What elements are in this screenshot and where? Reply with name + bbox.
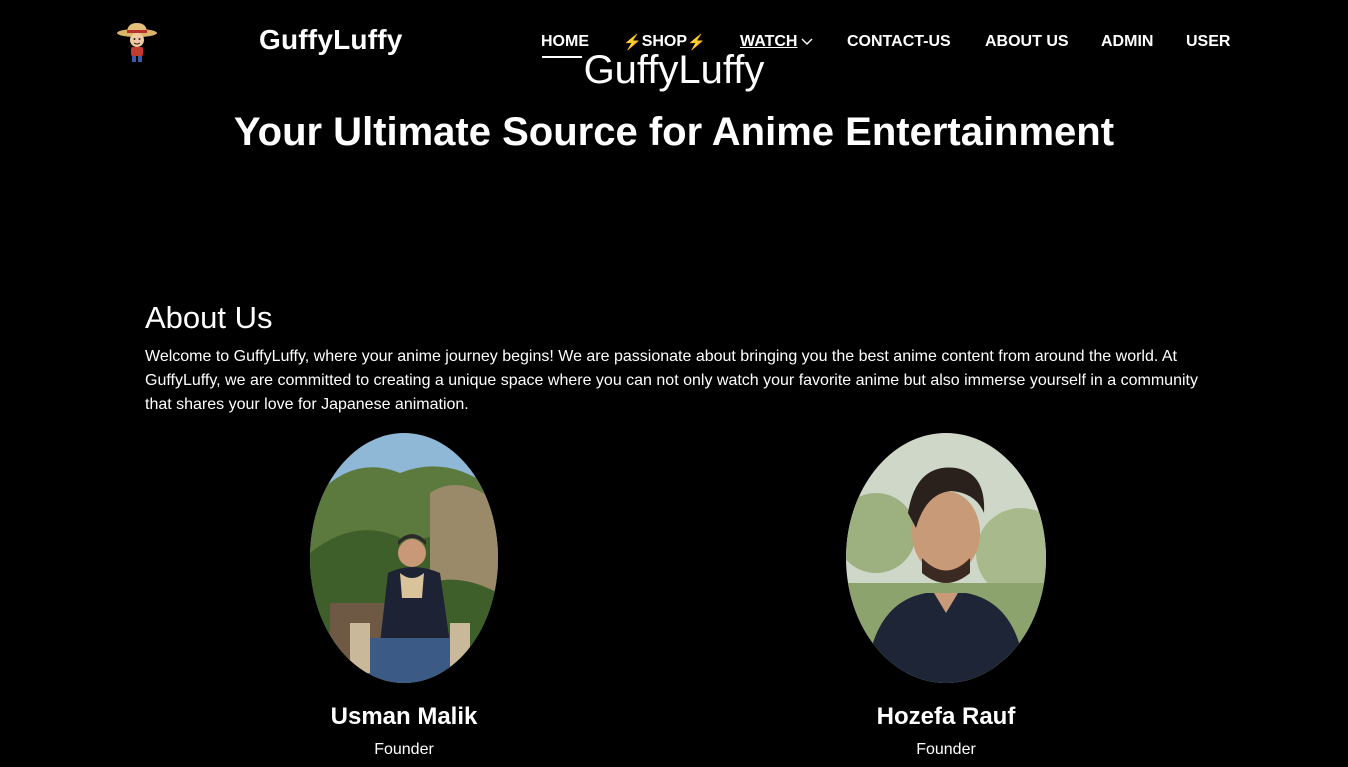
avatar xyxy=(310,433,498,683)
member-name: Hozefa Rauf xyxy=(876,703,1016,730)
team-member-card: Hozefa Rauf Founder xyxy=(846,433,1046,759)
member-role: Founder xyxy=(374,741,434,758)
about-description: Welcome to GuffyLuffy, where your anime … xyxy=(145,348,1198,413)
hero-subtitle: GuffyLuffy xyxy=(583,48,765,92)
about-heading: About Us xyxy=(145,300,273,335)
member-name: Usman Malik xyxy=(330,703,478,730)
team-member-card: Usman Malik Founder xyxy=(304,433,504,759)
member-role: Founder xyxy=(916,741,976,758)
hero-title: Your Ultimate Source for Anime Entertain… xyxy=(233,110,1115,154)
page: GuffyLuffy HOME ⚡ SHOP ⚡ WATCH CONTACT-US … xyxy=(0,0,1348,767)
avatar xyxy=(846,433,1046,683)
